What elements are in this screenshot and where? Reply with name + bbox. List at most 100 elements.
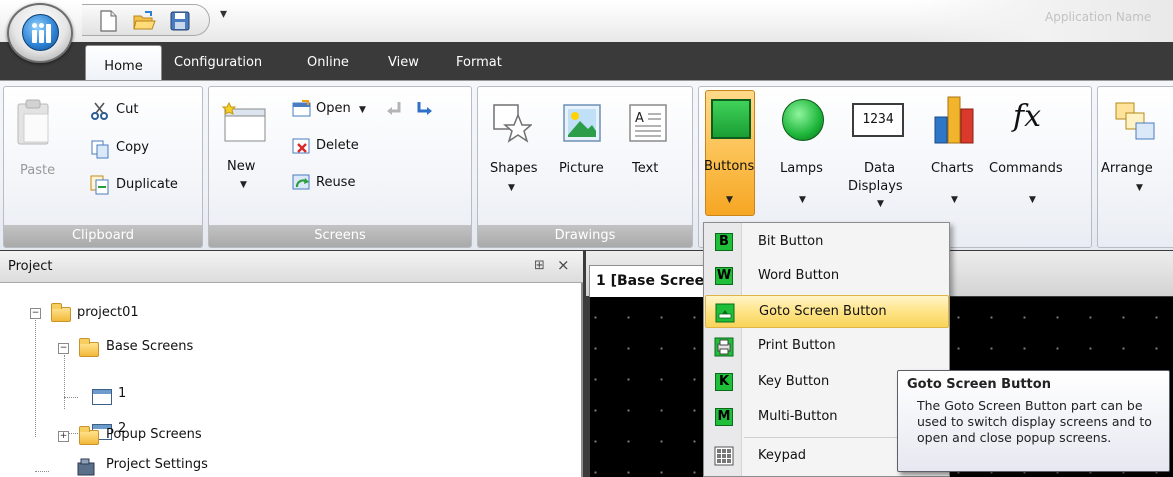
tree-item-project01[interactable]: project01 <box>77 305 139 320</box>
new-screen-button[interactable]: New <box>227 159 255 174</box>
lamps-dropdown-chevron-icon[interactable]: ▼ <box>799 195 806 205</box>
menu-item-print-button[interactable]: Print Button <box>705 330 949 363</box>
copy-button[interactable]: Copy <box>116 140 149 155</box>
menu-item-label: Bit Button <box>758 234 824 249</box>
menu-item-label: Keypad <box>758 448 807 463</box>
buttons-split-button[interactable]: Buttons ▼ <box>704 90 755 216</box>
drawings-group-label: Drawings <box>478 225 692 247</box>
cut-button[interactable]: Cut <box>116 102 138 117</box>
window-title: Application Name <box>1045 10 1152 24</box>
folder-icon <box>79 426 99 445</box>
tree-collapse-toggle[interactable]: − <box>58 343 69 354</box>
quick-access-toolbar <box>82 4 210 36</box>
application-menu-button[interactable] <box>7 3 73 63</box>
delete-screen-icon <box>292 138 310 154</box>
commands-fx-icon: fx <box>1013 99 1042 134</box>
shapes-icon <box>493 104 532 143</box>
buttons-label: Buttons <box>704 159 755 174</box>
bit-button-icon: B <box>715 233 733 251</box>
open-folder-icon[interactable] <box>132 9 156 33</box>
reuse-screen-button[interactable]: Reuse <box>316 175 355 190</box>
new-file-icon[interactable] <box>96 9 120 33</box>
tree-item-screen-1[interactable]: 1 <box>118 386 126 401</box>
duplicate-button[interactable]: Duplicate <box>116 177 178 192</box>
editor-tab-label: 1 [Base Screen] <box>596 273 721 289</box>
data-displays-dropdown-chevron-icon[interactable]: ▼ <box>877 199 884 209</box>
pin-icon[interactable]: ⊞ <box>534 258 545 273</box>
close-icon[interactable]: × <box>557 256 570 274</box>
tree-item-popup-screens[interactable]: Popup Screens <box>106 427 202 442</box>
project-panel-header: Project ⊞ × <box>0 251 583 283</box>
shapes-button[interactable]: Shapes <box>490 161 537 176</box>
back-arrow-icon[interactable] <box>385 99 405 119</box>
green-button-icon <box>711 99 751 139</box>
text-button[interactable]: Text <box>632 161 658 176</box>
arrange-dropdown-chevron-icon[interactable]: ▼ <box>1136 183 1143 193</box>
word-button-icon: W <box>715 267 733 285</box>
shapes-dropdown-chevron-icon[interactable]: ▼ <box>508 183 515 193</box>
charts-dropdown-chevron-icon[interactable]: ▼ <box>951 195 958 205</box>
forward-arrow-icon[interactable] <box>414 99 434 119</box>
paste-button[interactable]: Paste <box>20 163 55 178</box>
picture-button[interactable]: Picture <box>559 161 604 176</box>
tab-view[interactable]: View <box>388 55 419 70</box>
ribbon: Paste Cut Copy Duplicate Clipboard New ▼ <box>0 80 1173 250</box>
tab-online[interactable]: Online <box>307 55 349 70</box>
tree-line <box>35 471 49 472</box>
clipboard-group-label: Clipboard <box>4 225 202 247</box>
menu-item-label: Word Button <box>758 268 840 283</box>
arrange-group: Arrange ▼ <box>1097 86 1173 248</box>
arrange-icon <box>1115 102 1155 140</box>
menu-item-label: Key Button <box>758 374 830 389</box>
save-icon[interactable] <box>168 9 192 33</box>
project-settings-icon <box>77 458 95 476</box>
bar-chart-icon <box>934 96 974 144</box>
tree-expand-toggle[interactable]: + <box>58 431 69 442</box>
drawings-group: Shapes ▼ Picture A Text Drawings <box>477 86 693 248</box>
paste-icon <box>17 99 49 145</box>
goto-screen-button-tooltip: Goto Screen Button The Goto Screen Butto… <box>897 370 1170 472</box>
clipboard-group: Paste Cut Copy Duplicate Clipboard <box>3 86 203 248</box>
commands-dropdown-chevron-icon[interactable]: ▼ <box>1029 195 1036 205</box>
screens-group-label: Screens <box>209 225 471 247</box>
menu-item-goto-screen-button[interactable]: Goto Screen Button <box>705 295 949 328</box>
new-screen-icon <box>221 101 266 142</box>
picture-icon <box>563 104 601 142</box>
tree-item-base-screens[interactable]: Base Screens <box>106 339 193 354</box>
goto-screen-icon <box>715 303 735 323</box>
copy-icon <box>91 140 109 159</box>
tooltip-title: Goto Screen Button <box>907 377 1051 392</box>
open-dropdown-chevron-icon[interactable]: ▼ <box>359 105 366 115</box>
menu-item-bit-button[interactable]: B Bit Button <box>705 226 949 259</box>
keypad-icon <box>714 446 734 466</box>
tab-configuration[interactable]: Configuration <box>174 55 262 70</box>
lamps-button[interactable]: Lamps <box>780 161 823 176</box>
duplicate-icon <box>90 175 109 195</box>
commands-button[interactable]: Commands <box>989 161 1063 176</box>
scissors-icon <box>91 102 108 120</box>
data-displays-label-line2[interactable]: Displays <box>848 179 903 194</box>
project-panel-title: Project <box>8 259 53 274</box>
menu-item-word-button[interactable]: W Word Button <box>705 260 949 293</box>
tree-item-project-settings[interactable]: Project Settings <box>106 457 208 472</box>
tab-format[interactable]: Format <box>456 55 502 70</box>
project-panel: Project ⊞ × − project01 − Base Screens 1… <box>0 251 583 477</box>
charts-button[interactable]: Charts <box>931 161 974 176</box>
tree-line <box>64 397 78 398</box>
customize-qat-chevron-icon[interactable]: ▾ <box>220 6 227 22</box>
tree-collapse-toggle[interactable]: − <box>30 308 41 319</box>
menu-item-label: Goto Screen Button <box>759 304 887 319</box>
tree-line <box>64 355 65 409</box>
open-screen-button[interactable]: Open <box>316 101 351 116</box>
tree-line <box>35 317 36 437</box>
delete-screen-button[interactable]: Delete <box>316 138 359 153</box>
new-dropdown-chevron-icon[interactable]: ▼ <box>240 180 247 190</box>
tab-home[interactable]: Home <box>85 45 162 81</box>
text-tool-icon: A <box>629 104 667 142</box>
arrange-button[interactable]: Arrange <box>1101 161 1153 176</box>
tooltip-body: The Goto Screen Button part can be used … <box>917 398 1152 445</box>
ribbon-tab-strip: Configuration Online View Format <box>0 42 1173 80</box>
data-displays-label-line1[interactable]: Data <box>864 161 895 176</box>
lamp-icon <box>782 99 824 141</box>
svg-text:A: A <box>635 111 644 126</box>
